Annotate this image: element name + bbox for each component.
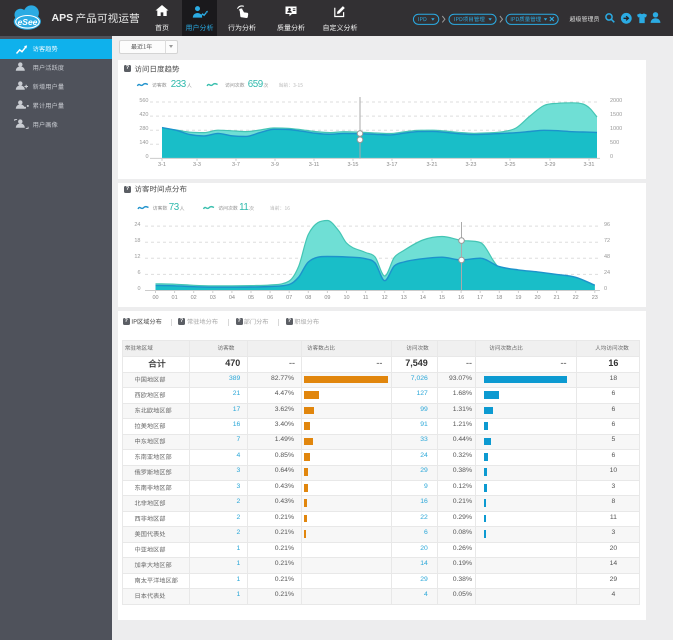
svg-text:eSee: eSee xyxy=(18,17,38,27)
